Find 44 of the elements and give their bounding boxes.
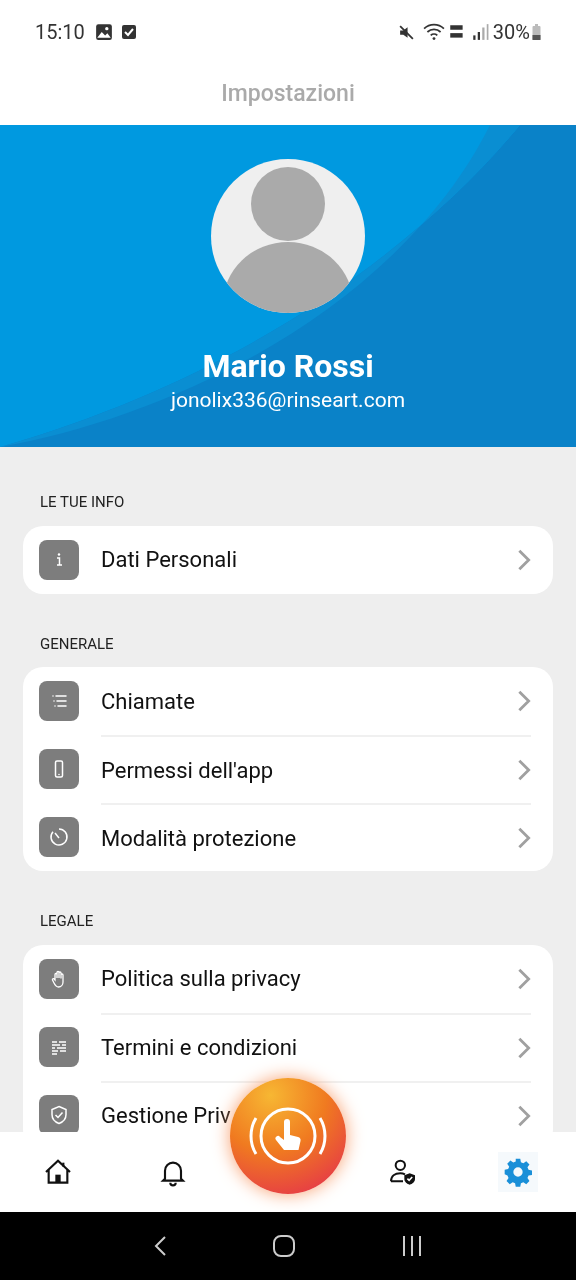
timer-icon — [39, 817, 79, 857]
settings-row[interactable]: Termini e condizioni — [23, 1012, 553, 1081]
gallery-icon — [94, 23, 113, 41]
chevron-icon — [517, 547, 531, 572]
section-title: GENERALE — [39, 633, 115, 655]
section-title: LE TUE INFO — [39, 492, 126, 513]
signal-icon — [470, 23, 489, 41]
back-icon[interactable] — [152, 1235, 167, 1257]
row-label: Termini e condizioni — [101, 1034, 299, 1062]
settings-row[interactable]: Permessi dell'app — [23, 735, 553, 803]
chevron-icon — [517, 1103, 531, 1128]
hand-icon — [39, 958, 79, 999]
mute-icon — [397, 23, 415, 41]
list-icon — [39, 681, 79, 721]
status-time: 15:10 — [35, 19, 85, 46]
chevron-icon — [517, 1035, 531, 1060]
recents-icon[interactable] — [401, 1235, 424, 1257]
chevron-icon — [517, 966, 531, 991]
section-title: LEGALE — [39, 911, 95, 932]
phone-icon — [39, 749, 79, 789]
row-label: Modalità protezione — [101, 824, 298, 853]
row-label: Chiamate — [101, 687, 196, 716]
battery-icon — [532, 24, 541, 40]
settings-row[interactable]: Politica sulla privacy — [23, 944, 553, 1013]
document-icon — [39, 1026, 79, 1067]
row-label: Dati Personali — [101, 546, 238, 574]
wifi-icon — [422, 23, 445, 41]
row-label: Permessi dell'app — [101, 756, 275, 785]
info-icon — [39, 539, 79, 580]
settings-row[interactable]: Dati Personali — [23, 525, 553, 594]
row-label: Politica sulla privacy — [101, 965, 302, 993]
checkbox-icon — [120, 23, 137, 41]
chevron-icon — [517, 758, 531, 782]
chevron-icon — [517, 826, 531, 850]
page-title: Impostazioni — [221, 79, 355, 110]
chevron-icon — [517, 689, 531, 713]
row-label: Gestione Priv — [101, 1102, 232, 1130]
battery-percent: 30% — [492, 19, 530, 46]
settings-row[interactable]: Modalità protezione — [23, 803, 553, 871]
home-button-icon[interactable] — [272, 1234, 296, 1258]
profile-email: jonolix336@rinseart.com — [170, 387, 406, 414]
settings-row[interactable]: Chiamate — [23, 667, 553, 735]
profile-name: Mario Rossi — [202, 347, 374, 385]
settings-icon — [502, 1156, 535, 1188]
